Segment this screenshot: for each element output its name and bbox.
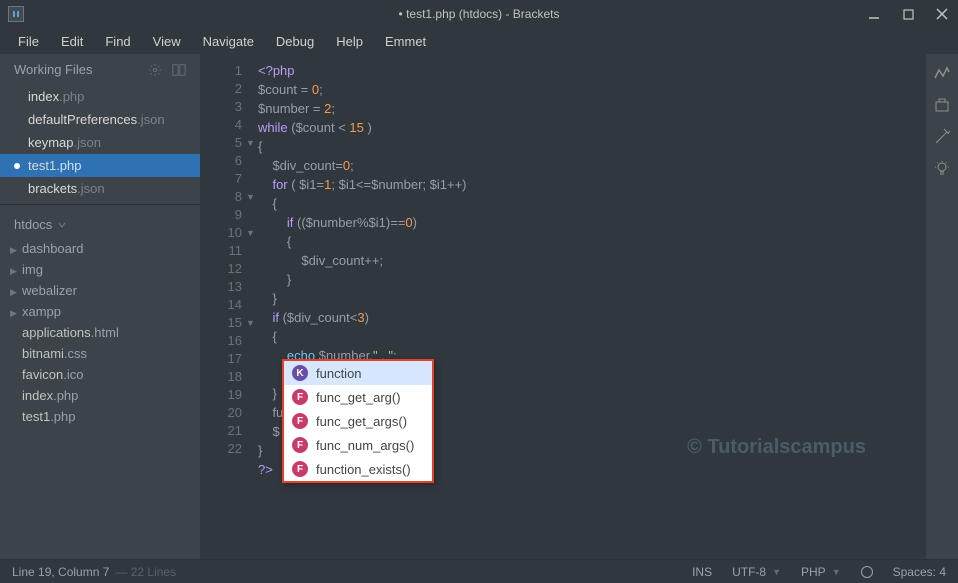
app-icon	[8, 6, 24, 22]
minimize-button[interactable]	[866, 6, 882, 22]
tree-file[interactable]: favicon.ico	[0, 364, 200, 385]
tree-file[interactable]: bitnami.css	[0, 343, 200, 364]
status-insert-mode[interactable]: INS	[692, 565, 712, 579]
menu-emmet[interactable]: Emmet	[375, 30, 436, 53]
split-icon[interactable]	[172, 63, 186, 77]
menu-edit[interactable]: Edit	[51, 30, 93, 53]
extensions-icon[interactable]	[933, 96, 951, 114]
maximize-button[interactable]	[900, 6, 916, 22]
working-files-header: Working Files	[0, 54, 200, 85]
bulb-icon[interactable]	[933, 160, 951, 178]
modified-dot-icon	[14, 163, 20, 169]
file-tree: ▶dashboard ▶img ▶webalizer ▶xampp applic…	[0, 238, 200, 427]
project-header[interactable]: htdocs	[0, 209, 200, 238]
status-lint-icon[interactable]	[861, 566, 873, 578]
chevron-down-icon: ▼	[772, 567, 781, 577]
autocomplete-item[interactable]: Ffunc_get_arg()	[284, 385, 432, 409]
chevron-right-icon: ▶	[10, 287, 17, 298]
titlebar: • test1.php (htdocs) - Brackets	[0, 0, 958, 28]
autocomplete-item[interactable]: Kfunction	[284, 361, 432, 385]
circle-icon	[861, 566, 873, 578]
working-file[interactable]: index.php	[0, 85, 200, 108]
menubar: File Edit Find View Navigate Debug Help …	[0, 28, 958, 54]
autocomplete-item[interactable]: Ffunc_get_args()	[284, 409, 432, 433]
line-gutter: 1234 5▼ 67 8▼ 9 10▼ 11121314 15▼ 1617181…	[200, 54, 250, 559]
menu-help[interactable]: Help	[326, 30, 373, 53]
working-file-active[interactable]: test1.php	[0, 154, 200, 177]
tree-folder[interactable]: ▶dashboard	[0, 238, 200, 259]
editor[interactable]: 1234 5▼ 67 8▼ 9 10▼ 11121314 15▼ 1617181…	[200, 54, 926, 559]
chevron-down-icon	[58, 221, 66, 229]
tree-file[interactable]: index.php	[0, 385, 200, 406]
wand-icon[interactable]	[933, 128, 951, 146]
status-lines: — 22 Lines	[115, 565, 176, 579]
sidebar: Working Files index.php defaultPreferenc…	[0, 54, 200, 559]
function-badge-icon: F	[292, 437, 308, 453]
working-file[interactable]: defaultPreferences.json	[0, 108, 200, 131]
status-language[interactable]: PHP▼	[801, 565, 841, 579]
window-title: • test1.php (htdocs) - Brackets	[399, 7, 560, 21]
tree-file[interactable]: applications.html	[0, 322, 200, 343]
gear-icon[interactable]	[148, 63, 162, 77]
status-cursor[interactable]: Line 19, Column 7	[12, 565, 109, 579]
project-label: htdocs	[14, 217, 52, 232]
keyword-badge-icon: K	[292, 365, 308, 381]
function-badge-icon: F	[292, 461, 308, 477]
autocomplete-popup: Kfunction Ffunc_get_arg() Ffunc_get_args…	[282, 359, 434, 483]
statusbar: Line 19, Column 7 — 22 Lines INS UTF-8▼ …	[0, 559, 958, 583]
menu-find[interactable]: Find	[95, 30, 140, 53]
status-encoding[interactable]: UTF-8▼	[732, 565, 781, 579]
autocomplete-item[interactable]: Ffunction_exists()	[284, 457, 432, 481]
tree-folder[interactable]: ▶img	[0, 259, 200, 280]
working-file[interactable]: keymap.json	[0, 131, 200, 154]
working-file[interactable]: brackets.json	[0, 177, 200, 200]
menu-navigate[interactable]: Navigate	[193, 30, 264, 53]
tree-folder[interactable]: ▶xampp	[0, 301, 200, 322]
function-badge-icon: F	[292, 413, 308, 429]
live-preview-icon[interactable]	[933, 64, 951, 82]
menu-file[interactable]: File	[8, 30, 49, 53]
function-badge-icon: F	[292, 389, 308, 405]
chevron-right-icon: ▶	[10, 266, 17, 277]
chevron-right-icon: ▶	[10, 245, 17, 256]
menu-debug[interactable]: Debug	[266, 30, 324, 53]
autocomplete-item[interactable]: Ffunc_num_args()	[284, 433, 432, 457]
tree-file[interactable]: test1.php	[0, 406, 200, 427]
status-spaces[interactable]: Spaces: 4	[893, 565, 946, 579]
working-files-list: index.php defaultPreferences.json keymap…	[0, 85, 200, 200]
chevron-right-icon: ▶	[10, 308, 17, 319]
code-content[interactable]: <?php $count = 0; $number = 2; while ($c…	[250, 54, 926, 559]
working-files-label: Working Files	[14, 62, 93, 77]
tree-folder[interactable]: ▶webalizer	[0, 280, 200, 301]
chevron-down-icon: ▼	[832, 567, 841, 577]
close-button[interactable]	[934, 6, 950, 22]
watermark: © Tutorialscampus	[687, 436, 866, 459]
right-toolbar	[926, 54, 958, 559]
menu-view[interactable]: View	[143, 30, 191, 53]
